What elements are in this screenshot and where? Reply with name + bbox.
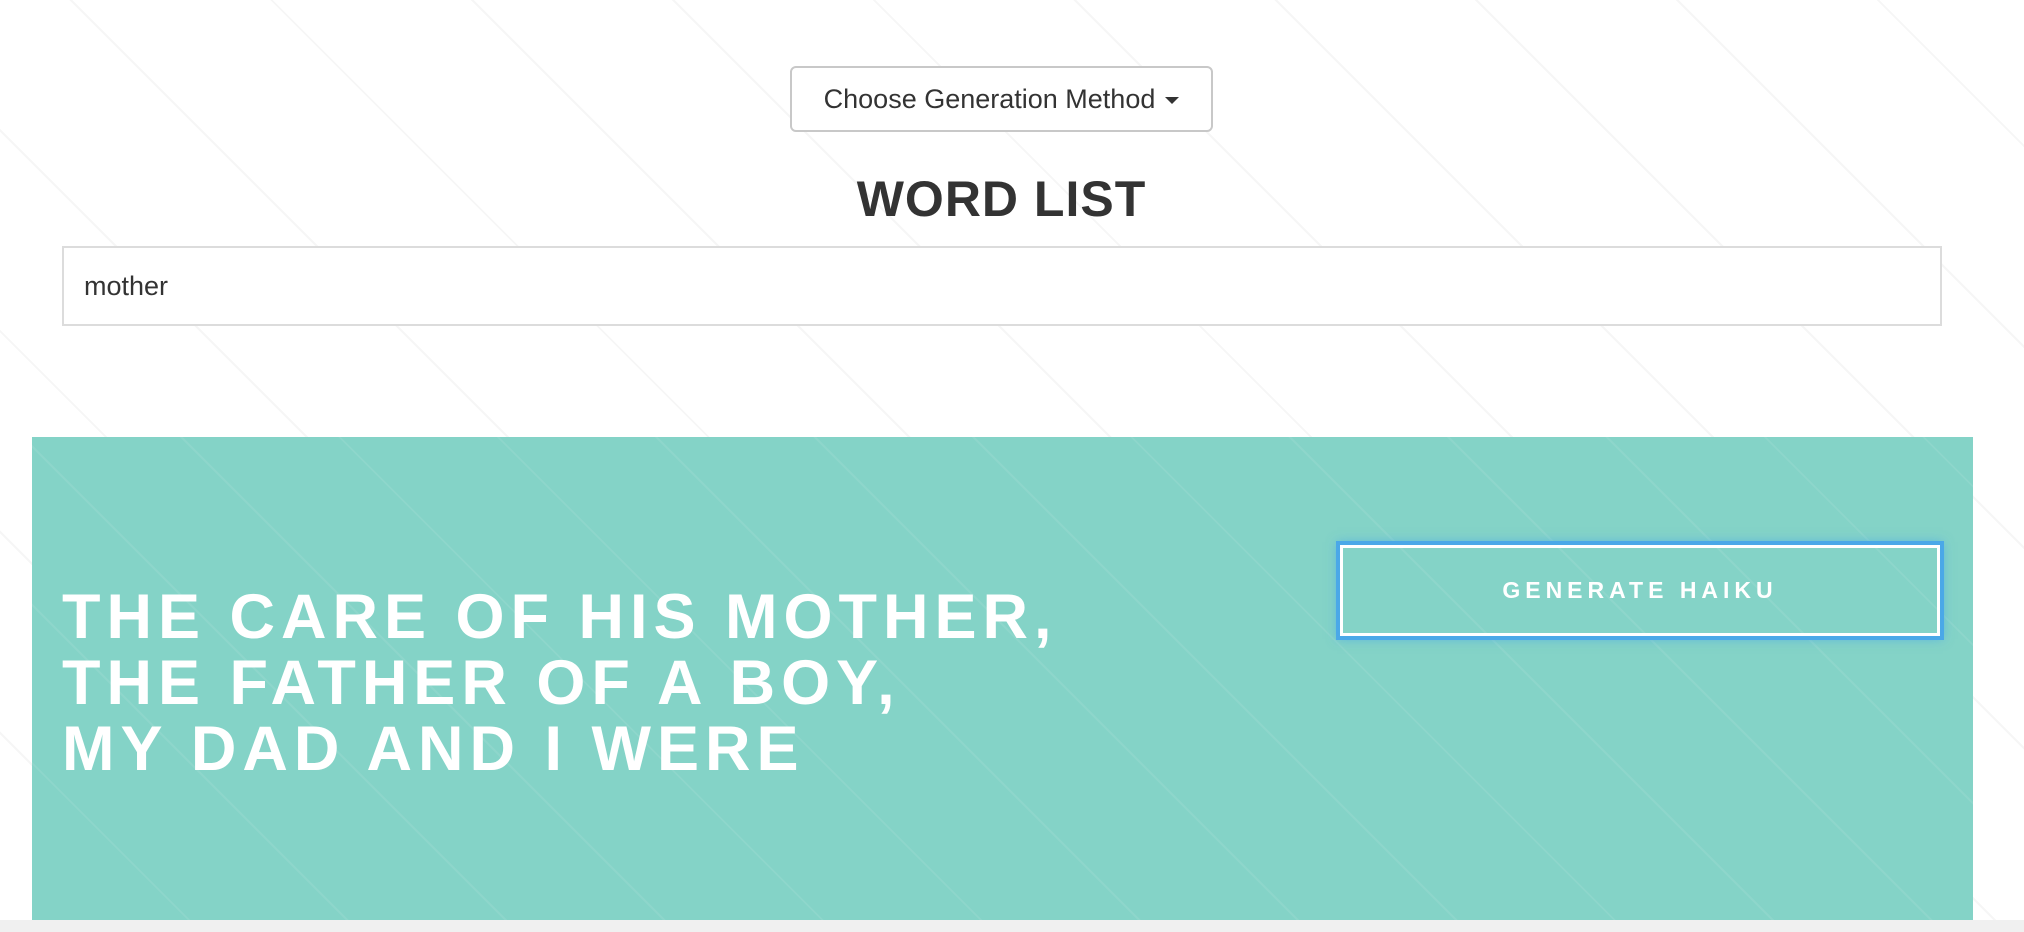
haiku-line: MY DAD AND I WERE — [62, 714, 805, 784]
haiku-panel: THE CARE OF HIS MOTHER, THE FATHER OF A … — [32, 437, 1973, 920]
haiku-text: THE CARE OF HIS MOTHER, THE FATHER OF A … — [62, 584, 1058, 782]
generation-method-dropdown[interactable]: Choose Generation Method — [790, 66, 1213, 132]
word-list-input[interactable] — [62, 246, 1942, 326]
page: Choose Generation Method WORD LIST THE C… — [0, 0, 2024, 932]
caret-down-icon — [1165, 97, 1180, 104]
haiku-line: THE CARE OF HIS MOTHER, — [62, 582, 1058, 652]
bottom-strip — [0, 920, 2024, 932]
haiku-line: THE FATHER OF A BOY, — [62, 648, 901, 718]
generate-haiku-button[interactable]: GENERATE HAIKU — [1336, 541, 1944, 640]
dropdown-label: Choose Generation Method — [823, 83, 1156, 114]
page-title: WORD LIST — [856, 171, 1147, 227]
